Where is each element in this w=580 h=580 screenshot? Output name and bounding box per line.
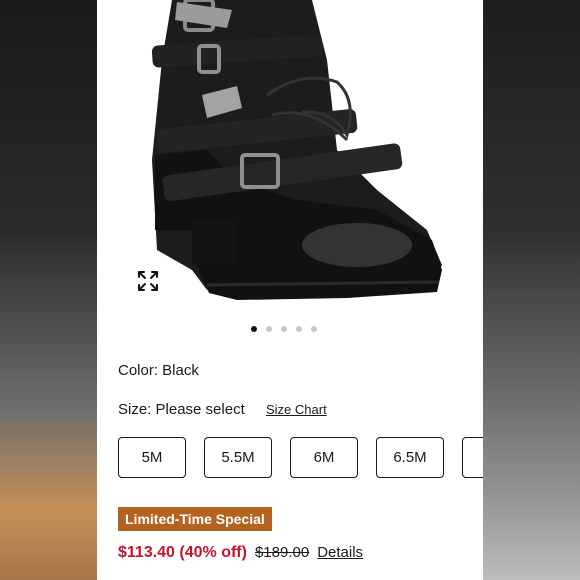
product-panel: Color: Black Size: Please select Size Ch… — [97, 0, 483, 580]
color-label: Color: Black — [118, 362, 199, 379]
size-option-5m[interactable]: 5M — [118, 437, 186, 478]
carousel-dot-4[interactable] — [296, 326, 302, 332]
size-option-5-5m[interactable]: 5.5M — [204, 437, 272, 478]
carousel-dot-1[interactable] — [251, 326, 257, 332]
background-right — [483, 0, 580, 580]
size-option-6-5m[interactable]: 6.5M — [376, 437, 444, 478]
size-option-6m[interactable]: 6M — [290, 437, 358, 478]
promo-badge: Limited-Time Special — [118, 507, 272, 531]
carousel-dot-3[interactable] — [281, 326, 287, 332]
size-label: Size: Please select — [118, 401, 245, 418]
expand-arrows-icon[interactable] — [135, 268, 161, 294]
size-chart-link[interactable]: Size Chart — [266, 402, 327, 417]
carousel-dot-2[interactable] — [266, 326, 272, 332]
image-carousel-dots — [251, 326, 317, 332]
original-price: $189.00 — [254, 544, 310, 561]
size-option-next[interactable] — [462, 437, 483, 478]
carousel-dot-5[interactable] — [311, 326, 317, 332]
background-left — [0, 0, 97, 580]
price-row: $113.40 (40% off) $189.00 Details — [118, 544, 363, 562]
size-options: 5M 5.5M 6M 6.5M — [118, 437, 483, 478]
sale-price: $113.40 (40% off) — [118, 544, 247, 561]
price-details-link[interactable]: Details — [317, 544, 363, 561]
